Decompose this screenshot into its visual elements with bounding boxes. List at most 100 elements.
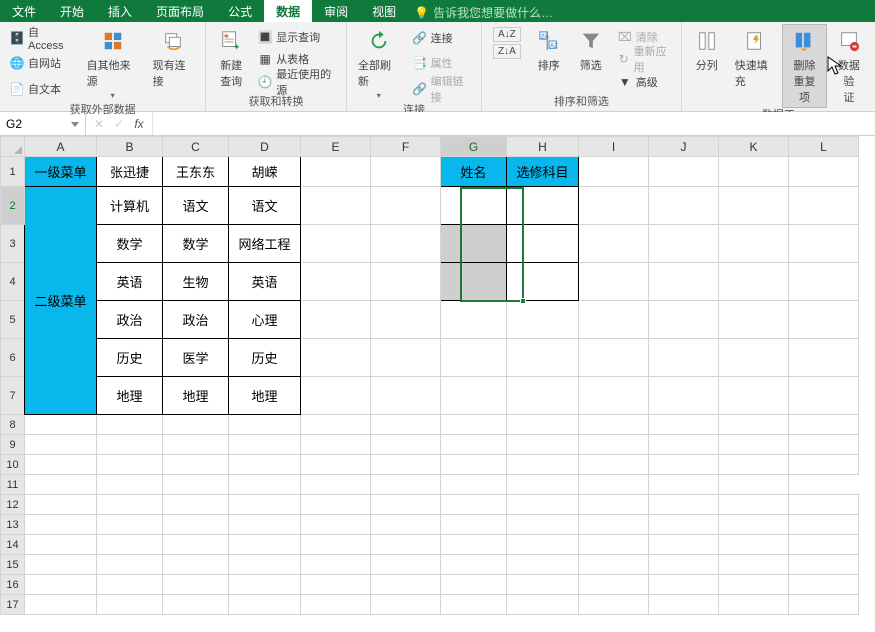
filter-button[interactable]: 筛选	[570, 24, 612, 95]
from-other-button[interactable]: 自其他来源 ▾	[80, 24, 146, 103]
data-validation-button[interactable]: 数据验 证	[827, 24, 871, 108]
show-query-button[interactable]: 🔳 显示查询	[256, 27, 338, 47]
col-E[interactable]: E	[301, 137, 371, 157]
refresh-icon	[365, 27, 393, 55]
remove-duplicates-button[interactable]: 删除 重复项	[782, 24, 826, 108]
tell-me[interactable]: 💡 告诉我您想要做什么…	[408, 0, 559, 22]
col-D[interactable]: D	[229, 137, 301, 157]
svg-text:✦: ✦	[233, 42, 241, 52]
from-access-label: 自 Access	[28, 24, 74, 52]
bulb-icon: 💡	[414, 6, 429, 20]
group-connections: 全部刷新 ▾ 🔗 连接 📑 属性 🔗 编辑链接 连接	[347, 22, 482, 111]
text-icon: 📄	[10, 82, 24, 96]
row-13: 13	[1, 515, 859, 535]
spreadsheet-grid[interactable]: A B C D E F G H I J K L 1 一级菜单 张迅捷 王东东 胡…	[0, 136, 875, 615]
sort-icon: ZAAZ	[535, 27, 563, 55]
tab-view[interactable]: 视图	[360, 0, 408, 22]
row-9: 9	[1, 435, 859, 455]
remove-dup-icon	[790, 27, 818, 55]
tab-file[interactable]: 文件	[0, 0, 48, 22]
select-all-corner[interactable]	[1, 137, 25, 157]
tab-insert[interactable]: 插入	[96, 0, 144, 22]
from-text-button[interactable]: 📄 自文本	[8, 79, 76, 99]
cell-G3[interactable]	[441, 225, 507, 263]
cell-A1[interactable]: 一级菜单	[25, 157, 97, 187]
col-K[interactable]: K	[719, 137, 789, 157]
row-12: 12	[1, 495, 859, 515]
cell-G4[interactable]	[441, 263, 507, 301]
refresh-label: 全部刷新	[358, 57, 400, 89]
row-11: 11	[1, 475, 859, 495]
cell-H3[interactable]	[507, 225, 579, 263]
reapply-button[interactable]: ↻ 重新应用	[616, 49, 673, 69]
col-I[interactable]: I	[579, 137, 649, 157]
conn-icon: 🔗	[413, 31, 427, 45]
ribbon: 🗄️ 自 Access 🌐 自网站 📄 自文本 自其他来源 ▾	[0, 22, 875, 112]
sort-desc-button[interactable]: Z↓A	[493, 44, 521, 59]
col-C[interactable]: C	[163, 137, 229, 157]
recent-sources-button[interactable]: 🕘 最近使用的源	[256, 72, 338, 92]
edit-links-icon: 🔗	[413, 82, 427, 96]
from-web-label: 自网站	[28, 55, 61, 71]
col-J[interactable]: J	[649, 137, 719, 157]
cell-G1[interactable]: 姓名	[441, 157, 507, 187]
formula-input[interactable]	[153, 112, 875, 135]
cell-H4[interactable]	[507, 263, 579, 301]
properties-button[interactable]: 📑 属性	[411, 53, 473, 73]
cell-H2[interactable]	[507, 187, 579, 225]
edit-links-button[interactable]: 🔗 编辑链接	[411, 79, 473, 99]
table-icon: ▦	[258, 52, 272, 66]
tab-home[interactable]: 开始	[48, 0, 96, 22]
existing-connections-button[interactable]: 现有连接	[146, 24, 202, 103]
flash-fill-button[interactable]: 快速填充	[728, 24, 783, 108]
from-web-button[interactable]: 🌐 自网站	[8, 53, 76, 73]
col-G[interactable]: G	[441, 137, 507, 157]
formula-bar: G2 ✕ ✓ fx	[0, 112, 875, 136]
recent-icon: 🕘	[258, 75, 272, 89]
col-H[interactable]: H	[507, 137, 579, 157]
props-icon: 📑	[413, 56, 427, 70]
enter-formula-icon[interactable]: ✓	[112, 117, 126, 131]
col-B[interactable]: B	[97, 137, 163, 157]
cell-G2[interactable]	[441, 187, 507, 225]
row-4[interactable]: 4 英语 生物 英语	[1, 263, 859, 301]
group-transform-label: 获取和转换	[210, 95, 342, 111]
cancel-formula-icon[interactable]: ✕	[92, 117, 106, 131]
advanced-filter-button[interactable]: ▼ 高级	[616, 72, 673, 92]
row-10: 10	[1, 455, 859, 475]
col-L[interactable]: L	[789, 137, 859, 157]
sort-asc-button[interactable]: A↓Z	[493, 27, 521, 42]
new-query-button[interactable]: ✦ 新建 查询	[210, 24, 252, 95]
fx-icon[interactable]: fx	[132, 117, 146, 131]
text-to-columns-button[interactable]: 分列	[686, 24, 728, 108]
refresh-all-button[interactable]: 全部刷新 ▾	[351, 24, 407, 103]
row-5[interactable]: 5 政治 政治 心理	[1, 301, 859, 339]
connections-button[interactable]: 🔗 连接	[411, 28, 473, 48]
row-6[interactable]: 6 历史 医学 历史	[1, 339, 859, 377]
row-7[interactable]: 7 地理 地理 地理	[1, 377, 859, 415]
tab-data[interactable]: 数据	[264, 0, 312, 22]
cell-B1[interactable]: 张迅捷	[97, 157, 163, 187]
tab-formula[interactable]: 公式	[216, 0, 264, 22]
show-query-icon: 🔳	[258, 30, 272, 44]
tab-layout[interactable]: 页面布局	[144, 0, 216, 22]
row-1[interactable]: 1 一级菜单 张迅捷 王东东 胡嵘 姓名 选修科目	[1, 157, 859, 187]
row-2[interactable]: 2 二级菜单 计算机 语文 语文	[1, 187, 859, 225]
name-box[interactable]: G2	[0, 112, 86, 135]
new-query-label: 新建 查询	[220, 57, 242, 89]
tab-review[interactable]: 审阅	[312, 0, 360, 22]
column-headers[interactable]: A B C D E F G H I J K L	[1, 137, 859, 157]
from-access-button[interactable]: 🗄️ 自 Access	[8, 28, 76, 48]
col-A[interactable]: A	[25, 137, 97, 157]
cell-C1[interactable]: 王东东	[163, 157, 229, 187]
cell-H1[interactable]: 选修科目	[507, 157, 579, 187]
col-F[interactable]: F	[371, 137, 441, 157]
new-query-icon: ✦	[217, 27, 245, 55]
sort-button[interactable]: ZAAZ 排序	[528, 24, 570, 95]
flash-fill-icon	[741, 27, 769, 55]
cell-D1[interactable]: 胡嵘	[229, 157, 301, 187]
cell-A2-merged[interactable]: 二级菜单	[25, 187, 97, 415]
row-17: 17	[1, 595, 859, 615]
row-3[interactable]: 3 数学 数学 网络工程	[1, 225, 859, 263]
access-icon: 🗄️	[10, 31, 24, 45]
